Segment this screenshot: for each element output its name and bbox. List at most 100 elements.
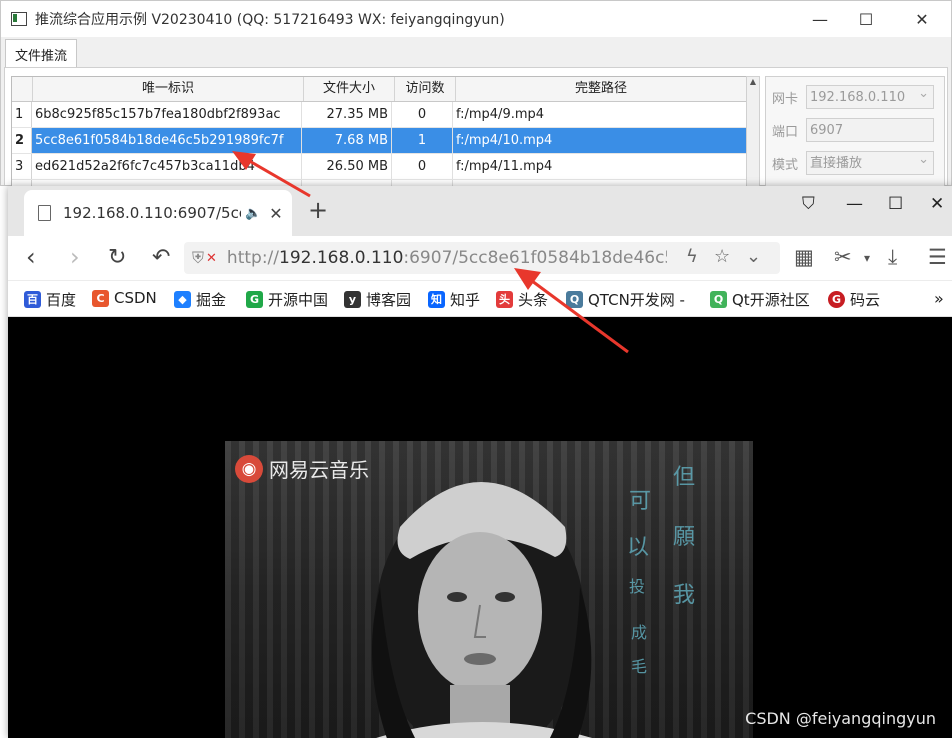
back-icon[interactable]: ‹ <box>26 243 36 271</box>
tab-file-push[interactable]: 文件推流 <box>5 39 78 69</box>
cell-path: f:/mp4/10.mp4 <box>453 128 746 153</box>
download-icon[interactable]: ⤓ <box>888 245 897 270</box>
bookmark-baidu[interactable]: 百百度 <box>24 289 76 310</box>
lyric-char: 願 <box>673 525 696 550</box>
undo-icon[interactable]: ↶ <box>152 245 170 270</box>
port-input[interactable]: 6907 <box>806 118 934 142</box>
bookmark-qtcn[interactable]: Q QTCN开发网 - <box>566 289 685 310</box>
address-toolbar: ‹ › ↻ ↶ ⛨ ✕ http://192.168.0.110:6907/5c… <box>8 236 952 281</box>
chevron-down-icon[interactable]: ⌄ <box>746 246 761 267</box>
forward-icon[interactable]: › <box>70 243 80 271</box>
port-row: 端口 6907 <box>772 118 934 142</box>
cell-size: 27.35 MB <box>302 102 392 127</box>
new-tab-button[interactable]: + <box>308 196 328 224</box>
csdn-watermark: CSDN @feiyangqingyun <box>745 709 936 728</box>
browser-tabbar: 192.168.0.110:6907/5cc8 🔈 ✕ + ⛉ — ☐ ✕ <box>8 186 952 236</box>
maximize-button[interactable]: ☐ <box>843 1 889 37</box>
column-header-count[interactable]: 访问数 <box>395 77 456 101</box>
url-host: 192.168.0.110 <box>279 248 404 268</box>
apps-grid-icon[interactable]: ▦ <box>794 245 814 269</box>
lyric-char: 但 <box>673 465 696 490</box>
row-number: 3 <box>12 154 32 179</box>
audio-playing-icon[interactable]: 🔈 <box>245 206 261 221</box>
url-bar[interactable]: ⛨ ✕ http://192.168.0.110:6907/5cc8e61f05… <box>184 242 780 274</box>
bookmark-label: 开源中国 <box>268 291 329 309</box>
scissors-menu-icon[interactable]: ▾ <box>864 251 870 265</box>
cell-id: 6b8c925f85c157b7fea180dbf2f893ac <box>32 102 302 127</box>
juejin-icon: ◆ <box>174 291 191 308</box>
bookmark-label: 百度 <box>46 291 77 309</box>
browser-close-button[interactable]: ✕ <box>930 194 944 214</box>
baidu-icon: 百 <box>24 291 41 308</box>
url-text[interactable]: http://192.168.0.110:6907/5cc8e61f0584b1… <box>227 248 667 268</box>
menu-icon[interactable]: ☰ <box>928 245 947 269</box>
star-icon[interactable]: ☆ <box>714 246 730 267</box>
bookmark-oschina[interactable]: G 开源中国 <box>246 289 328 310</box>
bookmark-juejin[interactable]: ◆ 掘金 <box>174 289 226 310</box>
lyric-char: 我 <box>673 583 696 608</box>
table-scrollbar[interactable]: ▲ <box>746 76 760 196</box>
mode-combobox[interactable]: 直接播放 <box>806 148 934 175</box>
gitee-icon: G <box>828 291 845 308</box>
bookmark-label: 码云 <box>850 291 881 309</box>
insecure-lock-icon[interactable]: ✕ <box>206 251 217 266</box>
cell-size: 26.50 MB <box>302 154 392 179</box>
reload-icon[interactable]: ↻ <box>108 245 126 270</box>
column-header-path[interactable]: 完整路径 <box>456 77 746 101</box>
browser-tab[interactable]: 192.168.0.110:6907/5cc8 🔈 ✕ <box>24 190 292 236</box>
minimize-button[interactable]: — <box>797 1 843 37</box>
row-number: 1 <box>12 102 32 127</box>
page-icon <box>38 205 51 221</box>
nic-combobox[interactable]: 192.168.0.110 <box>806 82 934 109</box>
bookmark-gitee[interactable]: G 码云 <box>828 289 880 310</box>
tab-close-icon[interactable]: ✕ <box>269 204 282 223</box>
bookmark-label: Qt开源社区 <box>732 291 810 309</box>
lyric-char: 投 <box>629 577 646 596</box>
table-row-selected[interactable]: 2 5cc8e61f0584b18de46c5b291989fc7f 7.68 … <box>12 128 746 154</box>
scissors-icon[interactable]: ✂ <box>834 245 852 269</box>
bookmark-cnblogs[interactable]: y 博客园 <box>344 289 411 310</box>
lightning-icon[interactable]: ϟ <box>686 246 698 267</box>
app-window: 推流综合应用示例 V20230410 (QQ: 517216493 WX: fe… <box>0 0 952 198</box>
row-number: 2 <box>12 128 32 153</box>
tab-list-icon[interactable]: ⛉ <box>802 194 815 214</box>
more-bookmarks-icon[interactable]: » <box>934 289 944 308</box>
qtcn-icon: Q <box>566 291 583 308</box>
browser-tab-title: 192.168.0.110:6907/5cc8 <box>63 204 241 222</box>
bookmark-zhihu[interactable]: 知知乎 <box>428 289 480 310</box>
browser-window: 192.168.0.110:6907/5cc8 🔈 ✕ + ⛉ — ☐ ✕ ‹ … <box>8 186 952 738</box>
table-row[interactable]: 1 6b8c925f85c157b7fea180dbf2f893ac 27.35… <box>12 102 746 128</box>
close-button[interactable]: ✕ <box>899 1 945 37</box>
cell-id: ed621d52a2f6fc7c457b3ca11db4 <box>32 154 302 179</box>
bookmark-qt-community[interactable]: Q Qt开源社区 <box>710 289 810 310</box>
video-frame[interactable]: ◉ 网易云音乐 但 可 願 以 我 投 成 毛 <box>225 441 753 738</box>
zhihu-icon: 知 <box>428 291 445 308</box>
cnblogs-icon: y <box>344 291 361 308</box>
scroll-up-icon[interactable]: ▲ <box>747 77 759 86</box>
tab-strip: 文件推流 <box>5 39 78 69</box>
browser-minimize-button[interactable]: — <box>846 194 863 214</box>
port-label: 端口 <box>772 124 799 140</box>
titlebar: 推流综合应用示例 V20230410 (QQ: 517216493 WX: fe… <box>1 1 951 37</box>
bookmark-csdn[interactable]: C CSDN <box>92 289 157 307</box>
bookmark-label: CSDN <box>114 289 157 307</box>
mode-row: 模式 直接播放 <box>772 148 934 175</box>
table-row[interactable]: 3 ed621d52a2f6fc7c457b3ca11db4 26.50 MB … <box>12 154 746 180</box>
cell-id: 5cc8e61f0584b18de46c5b291989fc7f <box>32 128 302 153</box>
shield-icon[interactable]: ⛨ <box>192 248 204 268</box>
csdn-icon: C <box>92 289 109 307</box>
bookmark-label: 头条 <box>518 291 549 309</box>
browser-maximize-button[interactable]: ☐ <box>888 194 903 214</box>
column-header-size[interactable]: 文件大小 <box>304 77 395 101</box>
corner-header <box>12 77 33 101</box>
url-path: :6907/5cc8e61f0584b18de46c5b2 <box>403 248 667 268</box>
video-player[interactable]: ◉ 网易云音乐 但 可 願 以 我 投 成 毛 CSDN @feiyangqin… <box>8 317 952 738</box>
netease-music-logo: ◉ 网易云音乐 <box>235 454 369 483</box>
column-header-id[interactable]: 唯一标识 <box>33 77 304 101</box>
bookmarks-bar: 百百度 C CSDN ◆ 掘金 G 开源中国 y 博客园 知知乎 头头条 Q QTCN开发… <box>8 281 952 317</box>
bookmark-toutiao[interactable]: 头头条 <box>496 289 548 310</box>
settings-panel: 网卡 192.168.0.110 端口 6907 模式 直接播放 <box>765 76 945 198</box>
cell-path: f:/mp4/9.mp4 <box>456 107 545 122</box>
table-header: 唯一标识 文件大小 访问数 完整路径 <box>12 77 746 102</box>
app-icon <box>11 12 27 26</box>
